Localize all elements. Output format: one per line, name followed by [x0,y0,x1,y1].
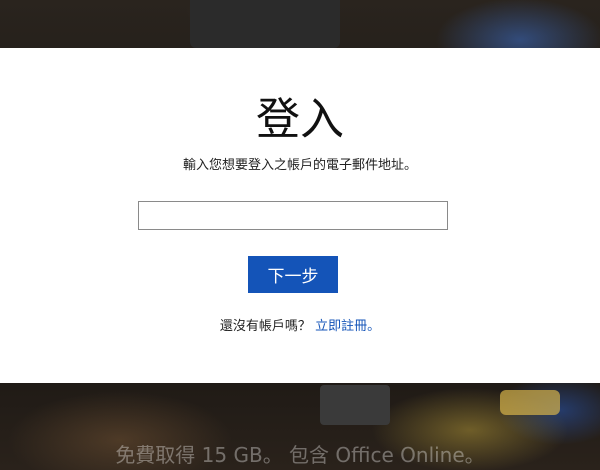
next-button[interactable]: 下一步 [248,256,338,293]
signup-link[interactable]: 立即註冊。 [315,319,380,334]
background-shape [190,0,340,48]
login-card: 登入 輸入您想要登入之帳戶的電子郵件地址。 下一步 還沒有帳戶嗎？ 立即註冊。 [0,48,600,383]
background-shape [500,390,560,415]
background-shape [320,385,390,425]
page-title: 登入 [256,94,344,145]
signup-prompt: 還沒有帳戶嗎？ 立即註冊。 [0,318,600,336]
login-instructions: 輸入您想要登入之帳戶的電子郵件地址。 [182,158,417,173]
promo-text: 免費取得 15 GB。 包含 Office Online。 [115,443,485,467]
email-input[interactable] [138,201,448,230]
no-account-text: 還沒有帳戶嗎？ [219,319,311,334]
